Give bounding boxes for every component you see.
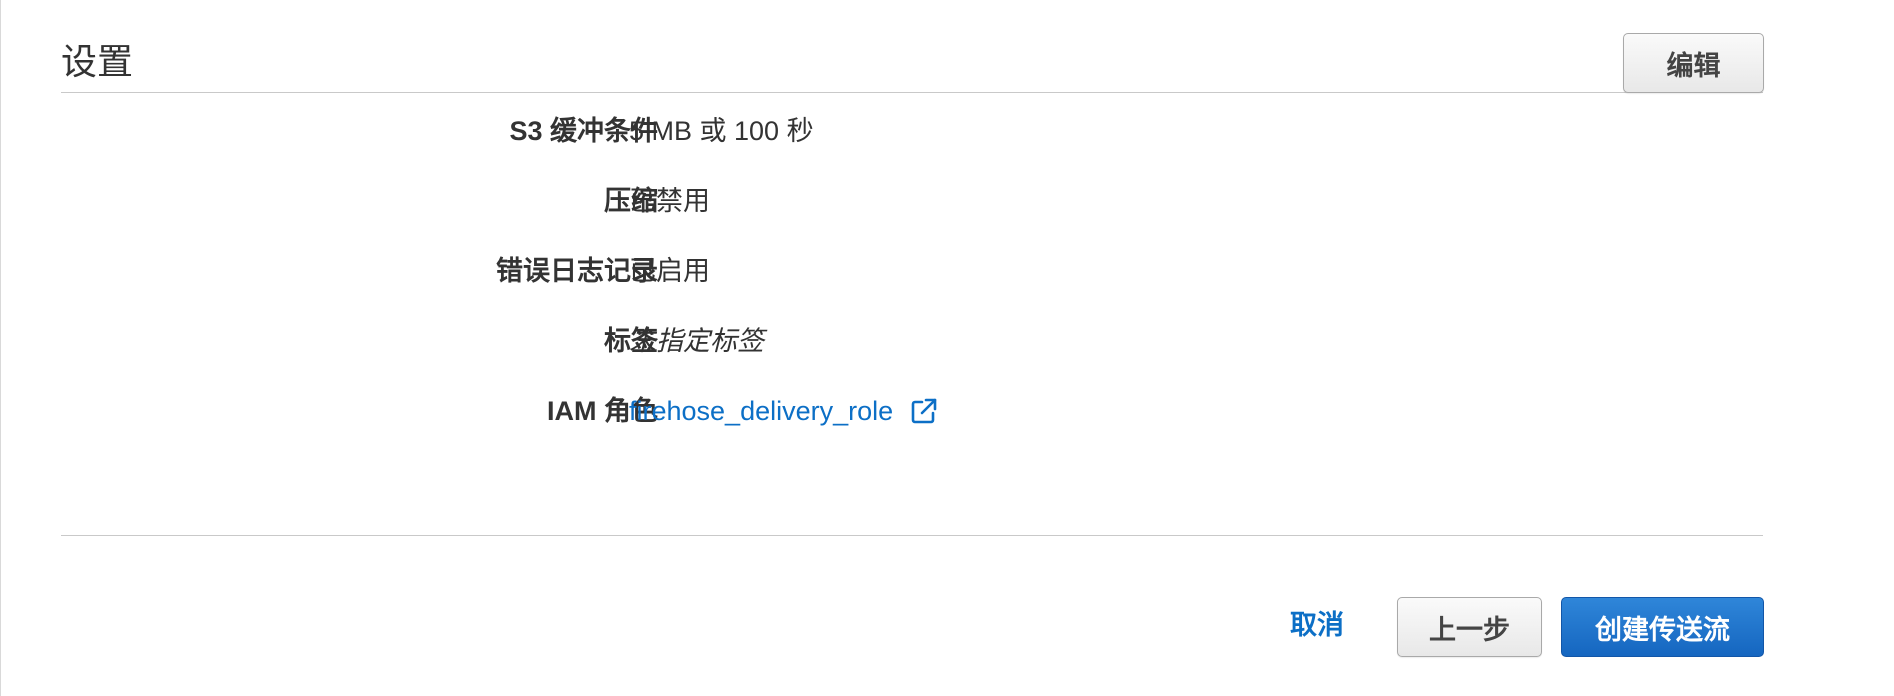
- left-border: [0, 0, 1, 696]
- setting-value: 5 MB 或 100 秒: [629, 116, 814, 146]
- setting-label: 标签: [604, 326, 658, 356]
- external-link-icon[interactable]: [909, 396, 939, 426]
- setting-value: firehose_delivery_role: [629, 394, 939, 428]
- create-delivery-stream-button[interactable]: 创建传送流: [1561, 597, 1764, 657]
- settings-list: S3 缓冲条件 5 MB 或 100 秒 压缩 已禁用 错误日志记录 已启用 标…: [61, 102, 1763, 452]
- previous-step-button[interactable]: 上一步: [1397, 597, 1542, 657]
- setting-label: S3 缓冲条件: [509, 116, 658, 146]
- setting-label: IAM 角色: [547, 396, 658, 426]
- setting-value: 未指定标签: [629, 326, 764, 356]
- settings-review-page: 设置 编辑 S3 缓冲条件 5 MB 或 100 秒 压缩 已禁用 错误日志记录…: [0, 0, 1894, 696]
- setting-row-iam-role: IAM 角色 firehose_delivery_role: [61, 382, 1763, 452]
- setting-value: 已启用: [629, 256, 710, 286]
- setting-label: 错误日志记录: [496, 256, 658, 286]
- cancel-link[interactable]: 取消: [1290, 608, 1344, 642]
- iam-role-link-text[interactable]: firehose_delivery_role: [629, 394, 893, 428]
- setting-row-s3-buffer: S3 缓冲条件 5 MB 或 100 秒: [61, 102, 1763, 172]
- edit-button[interactable]: 编辑: [1623, 33, 1764, 93]
- iam-role-link[interactable]: firehose_delivery_role: [629, 394, 939, 428]
- setting-row-tags: 标签 未指定标签: [61, 312, 1763, 382]
- setting-row-error-logging: 错误日志记录 已启用: [61, 242, 1763, 312]
- setting-value: 已禁用: [629, 186, 710, 216]
- setting-row-compression: 压缩 已禁用: [61, 172, 1763, 242]
- setting-label: 压缩: [604, 186, 658, 216]
- section-title: 设置: [61, 41, 134, 82]
- footer-divider: [61, 535, 1763, 536]
- settings-section-header: 设置: [61, 34, 1763, 93]
